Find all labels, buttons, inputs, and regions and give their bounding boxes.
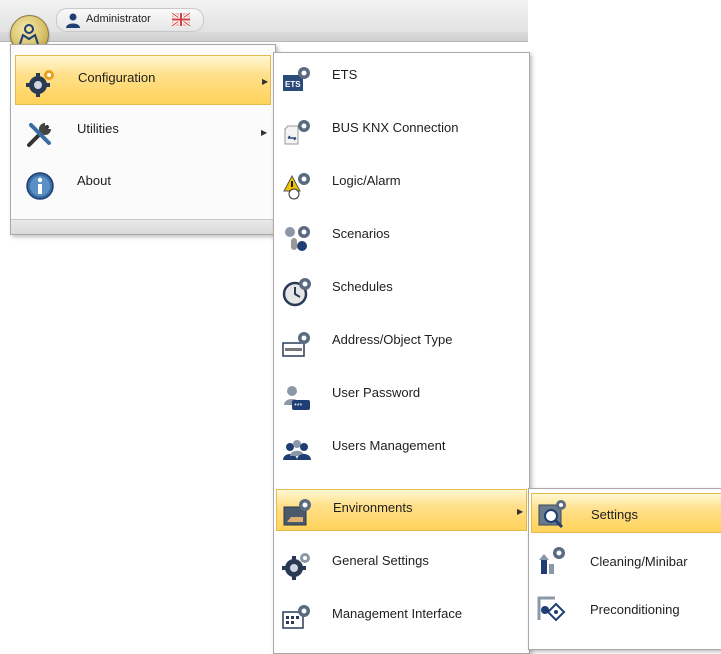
ets-icon: ETS [283, 67, 310, 91]
user-name: Administrator [86, 13, 151, 25]
menu-item-label: Schedules [332, 279, 393, 294]
general-settings-icon [282, 553, 310, 580]
cleaning-minibar-icon [539, 547, 565, 574]
uk-flag-icon [172, 13, 190, 26]
menu-item-label: Scenarios [332, 226, 390, 241]
tools-icon [27, 123, 51, 147]
menu-item-settings[interactable]: Settings [531, 493, 721, 533]
menu-item-scenarios[interactable]: Scenarios [276, 216, 527, 258]
menu-item-management-interface[interactable]: Management Interface [276, 596, 527, 638]
menu-item-preconditioning[interactable]: Preconditioning [531, 589, 721, 629]
users-management-icon [283, 440, 311, 460]
environment-settings-icon [538, 500, 566, 529]
menu-item-label: BUS KNX Connection [332, 120, 459, 135]
submenu-arrow-icon: ▶ [261, 128, 268, 137]
configuration-submenu: ETS ETS BUS KNX Connection Logic/Alarm S… [273, 52, 530, 654]
application-menu: Configuration ▶ Utilities ▶ About [10, 44, 276, 235]
menu-item-environments[interactable]: Environments ▶ [276, 489, 527, 531]
scenarios-icon [285, 226, 310, 251]
menu-item-cleaning-minibar[interactable]: Cleaning/Minibar [531, 541, 721, 581]
management-interface-icon [282, 605, 310, 629]
menu-item-label: Logic/Alarm [332, 173, 401, 188]
ribbon-strip [0, 32, 528, 42]
menu-item-label: Environments [333, 500, 413, 515]
app-logo-icon [19, 24, 39, 45]
preconditioning-icon [537, 596, 566, 622]
svg-text:ETS: ETS [285, 80, 301, 89]
menu-item-schedules[interactable]: Schedules [276, 269, 527, 311]
menu-item-label: Cleaning/Minibar [590, 554, 688, 569]
submenu-arrow-icon: ▶ [262, 77, 269, 86]
menu-item-user-password[interactable]: *** User Password [276, 375, 527, 417]
menu-item-general-settings[interactable]: General Settings [276, 543, 527, 585]
menu-item-label: Management Interface [332, 606, 463, 621]
menu-item-logic-alarm[interactable]: Logic/Alarm [276, 163, 527, 205]
schedules-icon [282, 278, 311, 307]
menu-item-ets[interactable]: ETS ETS [276, 57, 527, 99]
menu-item-label: Users Management [332, 438, 446, 453]
environments-submenu: Settings Cleaning/Minibar Preconditionin… [528, 488, 721, 650]
menu-item-label: User Password [332, 385, 421, 400]
menu-footer [11, 219, 275, 234]
submenu-arrow-icon: ▶ [517, 507, 524, 516]
user-icon [66, 13, 80, 28]
menu-item-configuration[interactable]: Configuration ▶ [15, 55, 271, 105]
gear-icon [26, 70, 54, 97]
menu-item-about[interactable]: About [15, 159, 271, 209]
bus-connection-icon [284, 120, 310, 145]
address-type-icon [282, 332, 310, 357]
menu-item-label: Configuration [78, 70, 156, 85]
info-icon [26, 172, 54, 200]
menu-item-label: General Settings [332, 553, 429, 568]
user-password-icon: *** [284, 386, 310, 410]
menu-item-label: About [77, 173, 111, 188]
user-indicator[interactable]: Administrator [56, 8, 204, 32]
menu-item-label: ETS [332, 67, 358, 82]
menu-item-users-management[interactable]: Users Management [276, 428, 527, 470]
menu-item-bus-knx-connection[interactable]: BUS KNX Connection [276, 110, 527, 152]
menu-item-label: Preconditioning [590, 602, 680, 617]
menu-item-label: Settings [591, 507, 638, 522]
menu-item-label: Address/Object Type [332, 332, 453, 347]
menu-item-label: Utilities [77, 121, 119, 136]
environments-icon [283, 499, 311, 526]
svg-text:***: *** [294, 403, 302, 410]
logic-alarm-icon [283, 173, 310, 200]
menu-item-address-object-type[interactable]: Address/Object Type [276, 322, 527, 364]
menu-item-utilities[interactable]: Utilities ▶ [15, 107, 271, 157]
